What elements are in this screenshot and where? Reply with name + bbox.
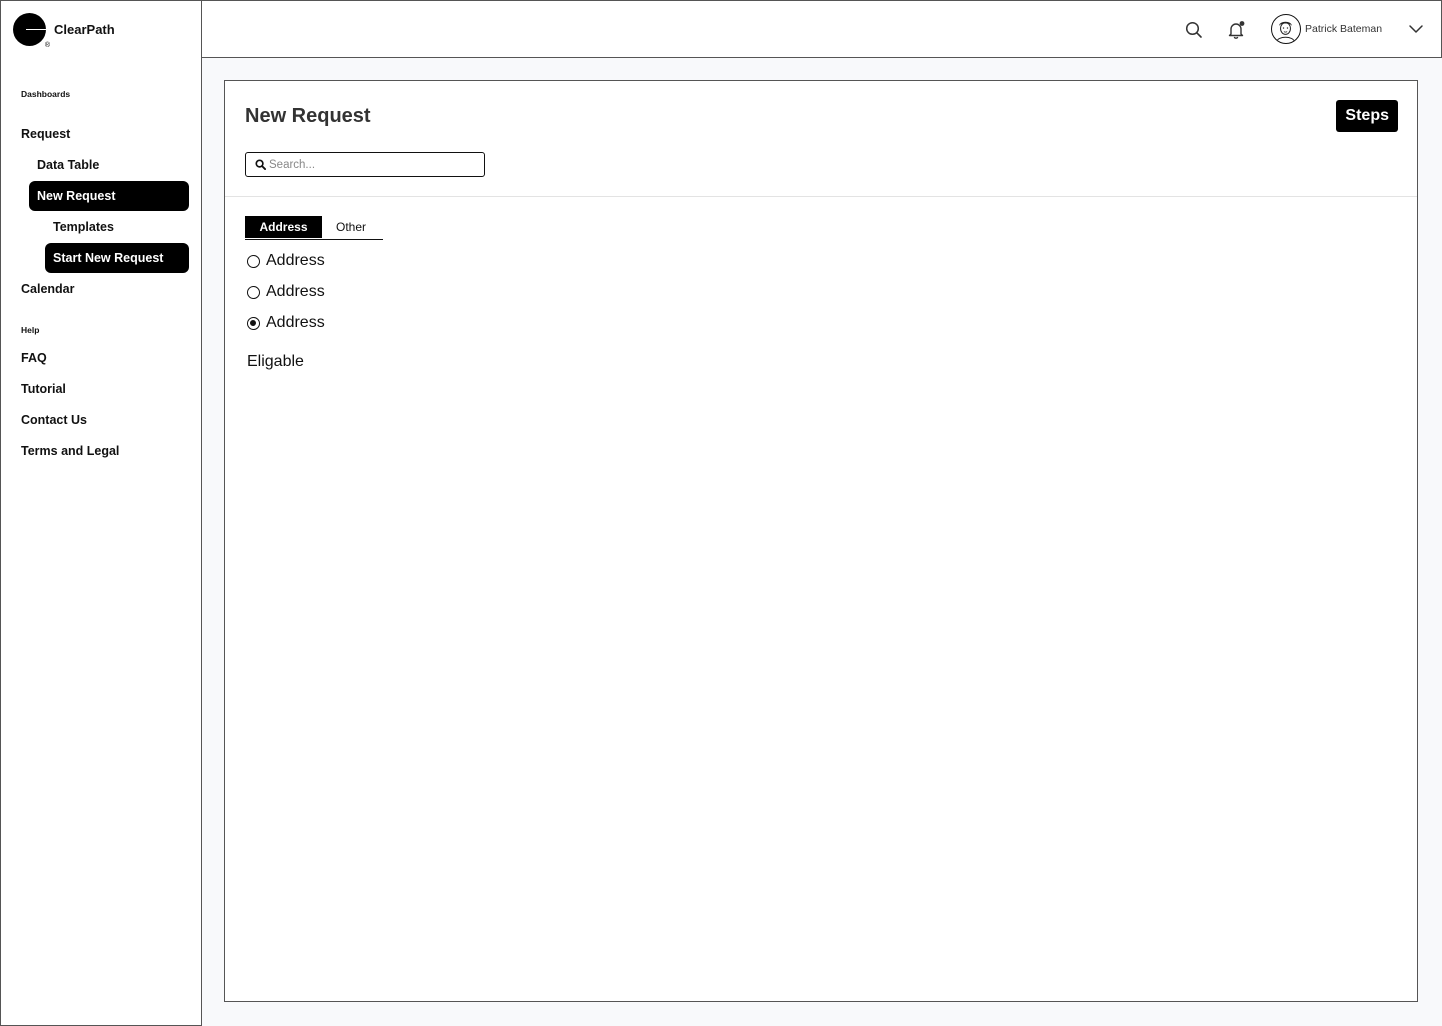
sidebar-item-data-table[interactable]: Data Table bbox=[37, 150, 99, 180]
search-icon bbox=[255, 159, 266, 170]
steps-button[interactable]: Steps bbox=[1336, 100, 1398, 132]
new-request-panel: New Request Steps Address Other Address … bbox=[224, 80, 1418, 1002]
chevron-down-icon[interactable] bbox=[1406, 19, 1426, 39]
sidebar-item-contact-us[interactable]: Contact Us bbox=[21, 405, 87, 435]
radio-label: Address bbox=[266, 252, 325, 269]
sidebar-item-start-new-request[interactable]: Start New Request bbox=[45, 243, 189, 273]
sidebar: Dashboards Request Data Table New Reques… bbox=[0, 57, 202, 1026]
sidebar-item-faq[interactable]: FAQ bbox=[21, 343, 47, 373]
tab-bar: Address Other bbox=[245, 216, 383, 240]
radio-label: Address bbox=[266, 283, 325, 300]
notification-dot-icon bbox=[1239, 21, 1245, 26]
registered-mark: ® bbox=[44, 41, 50, 49]
radio-option-address-1[interactable]: Address bbox=[247, 252, 325, 270]
section-divider bbox=[225, 196, 1417, 197]
sidebar-item-terms-and-legal[interactable]: Terms and Legal bbox=[21, 436, 119, 466]
eligibility-status: Eligable bbox=[247, 353, 304, 370]
radio-button[interactable] bbox=[247, 285, 260, 299]
avatar[interactable] bbox=[1271, 14, 1301, 44]
sidebar-section-help: Help bbox=[21, 325, 40, 335]
search-field[interactable] bbox=[245, 152, 485, 177]
user-face-icon bbox=[1276, 21, 1295, 43]
user-name[interactable]: Patrick Bateman bbox=[1305, 23, 1382, 35]
top-bar: Patrick Bateman bbox=[201, 0, 1442, 58]
tab-other[interactable]: Other bbox=[322, 216, 366, 238]
radio-option-address-2[interactable]: Address bbox=[247, 283, 325, 301]
sidebar-section-dashboards: Dashboards bbox=[21, 89, 71, 99]
brand-logo[interactable]: ® ClearPath bbox=[0, 0, 202, 58]
sidebar-item-templates[interactable]: Templates bbox=[53, 212, 114, 242]
radio-button-selected[interactable] bbox=[247, 316, 260, 330]
page-title: New Request bbox=[245, 105, 371, 127]
radio-label: Address bbox=[266, 314, 325, 331]
sidebar-item-new-request[interactable]: New Request bbox=[29, 181, 189, 211]
sidebar-item-tutorial[interactable]: Tutorial bbox=[21, 374, 66, 404]
bell-icon[interactable] bbox=[1226, 20, 1246, 40]
sidebar-item-calendar[interactable]: Calendar bbox=[21, 274, 75, 304]
app-name: ClearPath bbox=[54, 21, 115, 37]
radio-option-address-3[interactable]: Address bbox=[247, 314, 325, 332]
clearpath-logo-icon: ® bbox=[13, 12, 50, 49]
search-input[interactable] bbox=[269, 158, 469, 171]
search-icon[interactable] bbox=[1184, 20, 1204, 40]
radio-button[interactable] bbox=[247, 254, 260, 268]
tab-address[interactable]: Address bbox=[245, 216, 322, 238]
sidebar-item-request[interactable]: Request bbox=[21, 119, 70, 149]
